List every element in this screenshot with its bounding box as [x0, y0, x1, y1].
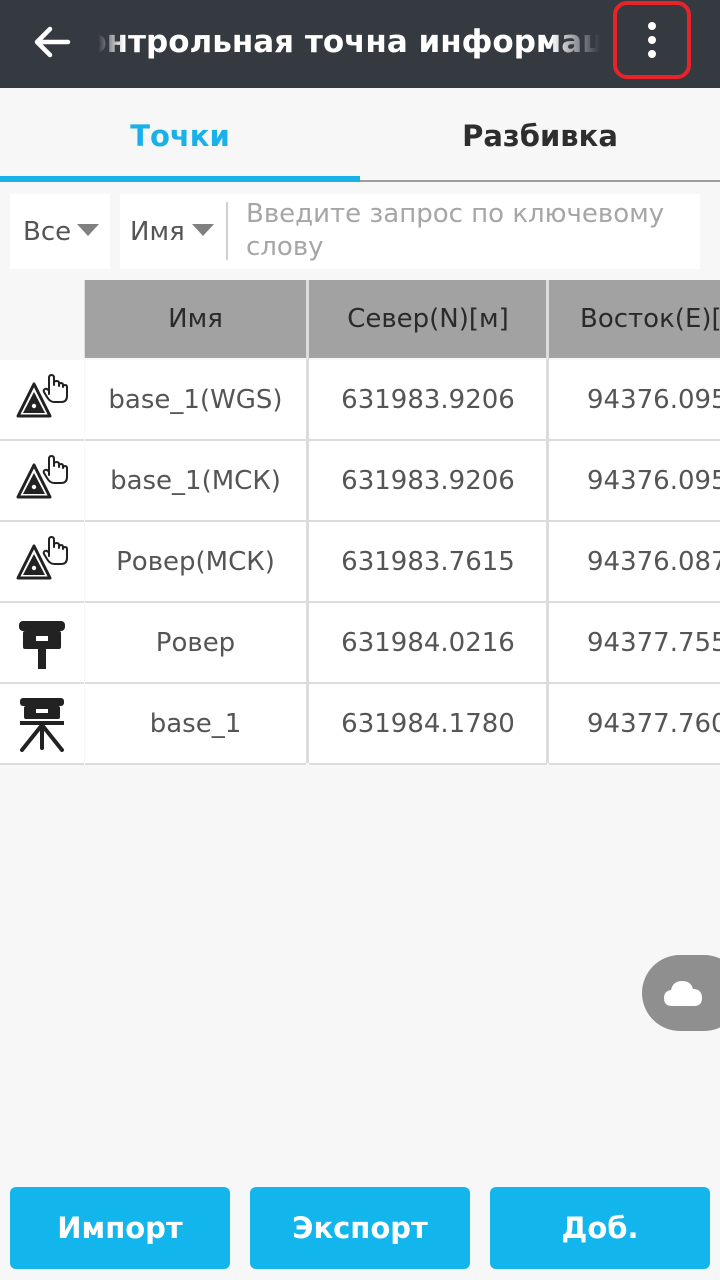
column-header-east[interactable]: Восток(E)[м] — [549, 280, 720, 358]
add-button[interactable]: Доб. — [490, 1187, 710, 1269]
table-row[interactable]: base_1(МСК) 631983.9206 94376.0958 — [0, 441, 720, 522]
search-divider — [226, 202, 228, 260]
cell-name: base_1(WGS) — [85, 360, 306, 441]
column-header-north[interactable]: Север(N)[м] — [309, 280, 547, 358]
row-icon-cell — [0, 360, 84, 441]
cell-east: 94377.7601 — [549, 684, 720, 765]
cell-east: 94377.7554 — [549, 603, 720, 684]
chevron-down-icon — [192, 224, 214, 236]
tab-divider — [360, 180, 720, 182]
cell-east: 94376.0872 — [549, 522, 720, 603]
row-icon-cell — [0, 684, 84, 765]
cell-north: 631983.9206 — [309, 441, 547, 522]
cell-north: 631984.0216 — [309, 603, 547, 684]
cell-north: 631983.9206 — [309, 360, 547, 441]
cell-east-value: 94377.7601 — [587, 708, 720, 739]
more-dot — [648, 50, 656, 58]
more-menu-button[interactable] — [613, 1, 691, 79]
cell-east: 94376.0958 — [549, 360, 720, 441]
row-icon-cell — [0, 441, 84, 522]
cloud-icon — [664, 981, 702, 1006]
cell-east-value: 94376.0958 — [587, 465, 720, 496]
table-row[interactable]: Ровер(МСК) 631983.7615 94376.0872 — [0, 522, 720, 603]
export-button[interactable]: Экспорт — [250, 1187, 470, 1269]
search-input[interactable]: Введите запрос по ключевому слову — [226, 194, 700, 269]
control-point-hand-icon — [16, 454, 68, 498]
column-header-east-label: Восток(E)[м] — [580, 304, 720, 334]
cell-name: base_1(МСК) — [85, 441, 306, 522]
column-divider — [546, 280, 549, 763]
tab-points[interactable]: Точки — [0, 88, 360, 183]
header-icon-cell — [0, 280, 85, 358]
page-title: Контрольная точна информация по БС-БД то… — [98, 24, 600, 60]
search-placeholder: Введите запрос по ключевому слову — [246, 199, 665, 262]
more-dot — [648, 36, 656, 44]
column-divider — [306, 280, 309, 763]
table-row[interactable]: base_1(WGS) 631983.9206 94376.0958 — [0, 360, 720, 441]
arrow-left-icon — [34, 26, 71, 58]
chevron-down-icon — [77, 224, 99, 236]
cell-name: Ровер — [85, 603, 306, 684]
cell-east-value: 94376.0872 — [587, 546, 720, 577]
type-filter-value: Все — [23, 216, 72, 247]
import-button[interactable]: Импорт — [10, 1187, 230, 1269]
column-header-name[interactable]: Имя — [85, 280, 306, 358]
field-filter-dropdown[interactable]: Имя — [120, 194, 226, 269]
control-point-hand-icon — [16, 535, 68, 579]
row-icon-cell — [0, 603, 84, 684]
base-station-tripod-icon — [20, 697, 64, 752]
back-button[interactable] — [24, 14, 80, 70]
cell-east-value: 94377.7554 — [587, 627, 720, 658]
table-row[interactable]: base_1 631984.1780 94377.7601 — [0, 684, 720, 765]
rover-receiver-icon — [19, 620, 65, 669]
cell-north: 631983.7615 — [309, 522, 547, 603]
active-tab-indicator — [0, 176, 360, 182]
table-header: Имя Север(N)[м] Восток(E)[м] — [0, 280, 720, 358]
type-filter-dropdown[interactable]: Все — [10, 194, 110, 269]
app-bar: Контрольная точна информация по БС-БД то… — [0, 0, 720, 88]
cell-east-value: 94376.0958 — [587, 384, 720, 415]
tab-bar: Точки Разбивка — [0, 88, 720, 183]
filter-bar: Все Имя Введите запрос по ключевому слов… — [0, 183, 720, 278]
cell-name: base_1 — [85, 684, 306, 765]
cell-east: 94376.0958 — [549, 441, 720, 522]
cell-name: Ровер(МСК) — [85, 522, 306, 603]
control-point-hand-icon — [16, 373, 68, 417]
title-container: Контрольная точна информация по БС-БД то… — [98, 0, 600, 88]
field-filter-value: Имя — [130, 216, 185, 247]
tab-stakeout[interactable]: Разбивка — [360, 88, 720, 183]
cell-north: 631984.1780 — [309, 684, 547, 765]
cloud-sync-button[interactable] — [642, 955, 720, 1031]
more-vertical-icon — [648, 22, 656, 30]
table-row[interactable]: Ровер 631984.0216 94377.7554 — [0, 603, 720, 684]
row-icon-cell — [0, 522, 84, 603]
